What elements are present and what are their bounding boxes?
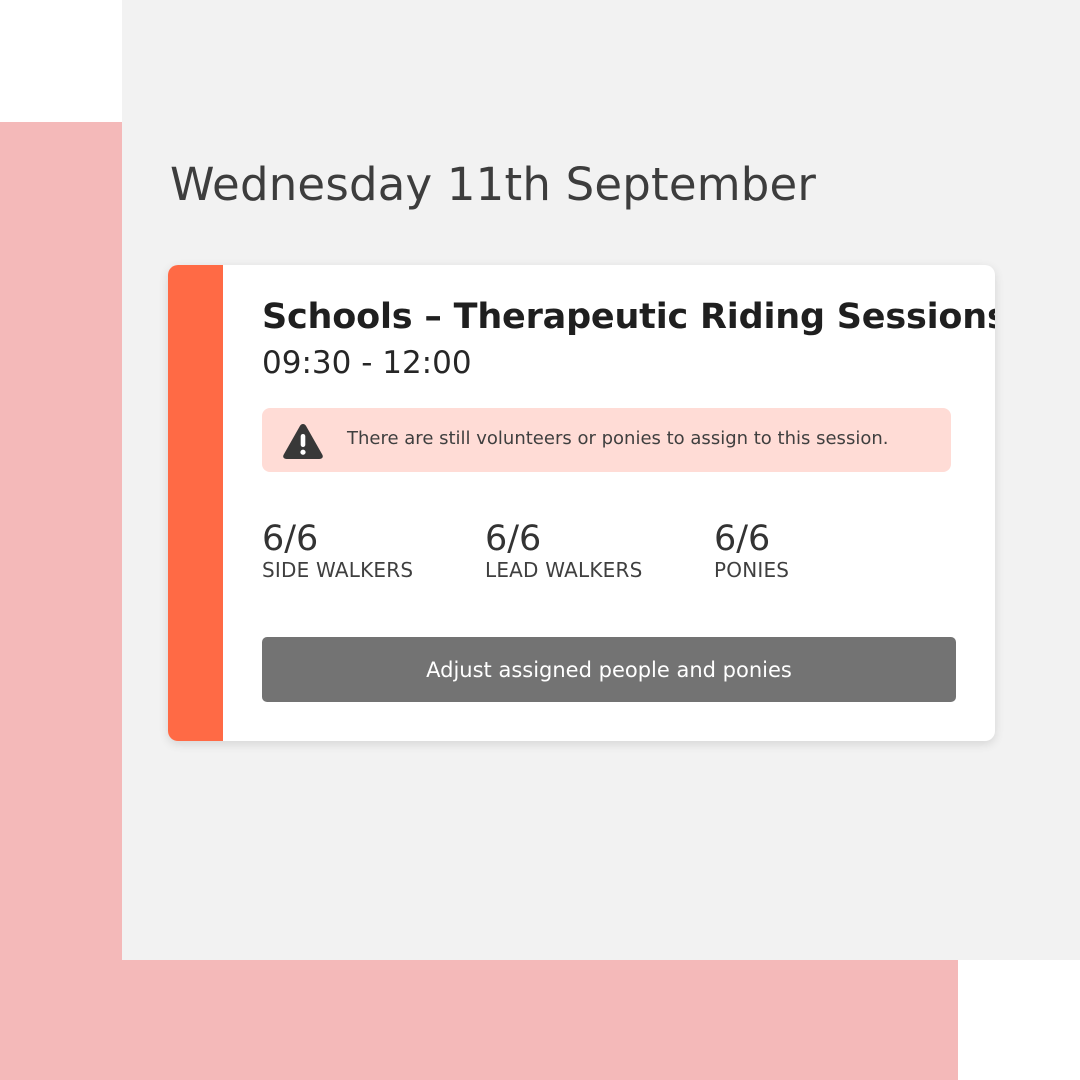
stat-lead-walkers: 6/6 LEAD WALKERS bbox=[485, 520, 642, 582]
stat-ponies: 6/6 PONIES bbox=[714, 520, 789, 582]
session-accent-bar bbox=[168, 265, 223, 741]
alert-message: There are still volunteers or ponies to … bbox=[347, 428, 889, 449]
adjust-assignments-button[interactable]: Adjust assigned people and ponies bbox=[262, 637, 956, 702]
assignment-warning-alert: There are still volunteers or ponies to … bbox=[262, 408, 951, 472]
session-time: 09:30 - 12:00 bbox=[262, 345, 472, 381]
schedule-panel: Wednesday 11th September Schools – Thera… bbox=[122, 0, 1080, 960]
session-card: Schools – Therapeutic Riding Sessions 09… bbox=[168, 265, 995, 741]
stat-value: 6/6 bbox=[714, 519, 771, 559]
session-title: Schools – Therapeutic Riding Sessions bbox=[262, 297, 995, 337]
date-heading: Wednesday 11th September bbox=[170, 158, 817, 211]
stat-value: 6/6 bbox=[485, 519, 542, 559]
stat-value: 6/6 bbox=[262, 519, 319, 559]
stat-label: LEAD WALKERS bbox=[485, 558, 643, 582]
warning-triangle-icon bbox=[283, 424, 323, 459]
stat-side-walkers: 6/6 SIDE WALKERS bbox=[262, 520, 413, 582]
stat-label: SIDE WALKERS bbox=[262, 558, 414, 582]
stat-label: PONIES bbox=[714, 558, 790, 582]
